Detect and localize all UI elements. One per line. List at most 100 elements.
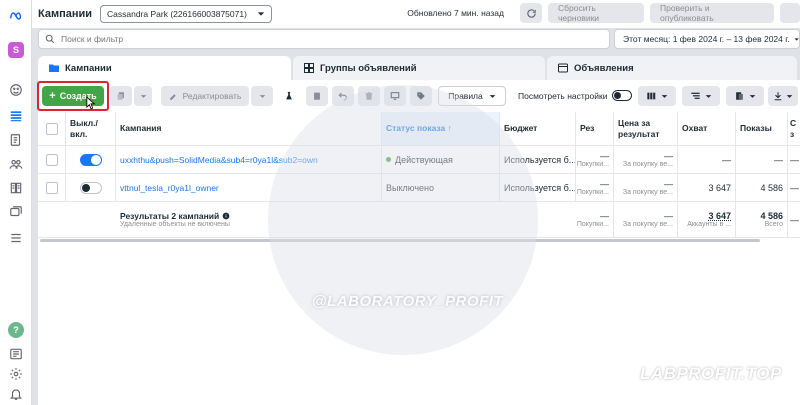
- view-settings-label: Посмотреть настройки: [518, 90, 608, 101]
- view-settings-switch[interactable]: [612, 90, 633, 101]
- column-impressions[interactable]: Показы: [736, 112, 788, 145]
- reach-cell: —: [678, 146, 736, 173]
- account-selector[interactable]: Cassandra Park (226166003875071): [100, 5, 273, 23]
- columns-button[interactable]: [638, 86, 676, 106]
- summary-subtitle: Удаленные объекты не включены: [120, 221, 230, 228]
- campaign-name-cell: uxxhthu&push=SolidMedia&sub4=r0ya1l&sub2…: [116, 146, 382, 173]
- budget-cell: Используется б...: [500, 146, 576, 173]
- cost-cell: — За покупку ве...: [614, 146, 678, 173]
- view-settings-toggle[interactable]: Посмотреть настройки: [518, 90, 633, 101]
- chevron-down-icon: [257, 12, 265, 16]
- campaign-name-link[interactable]: uxxhthu&push=SolidMedia&sub4=r0ya1l&sub2…: [120, 155, 318, 165]
- duplicate-button[interactable]: [110, 86, 132, 106]
- column-delivery[interactable]: Статус показа ↑: [382, 112, 500, 145]
- summary-extra-cell: —: [790, 214, 799, 225]
- row-checkbox[interactable]: [45, 153, 58, 166]
- archive-button[interactable]: [306, 86, 328, 106]
- face-emoji-icon[interactable]: [0, 80, 32, 100]
- select-all-checkbox[interactable]: [45, 122, 58, 135]
- column-results[interactable]: Рез: [576, 112, 614, 145]
- catalog-icon[interactable]: [0, 178, 32, 198]
- summary-impressions: 4 586: [760, 211, 783, 221]
- tab-ads[interactable]: Объявления: [547, 56, 797, 80]
- ab-test-button[interactable]: [278, 86, 300, 106]
- budget-cell: Используется б...: [500, 174, 576, 201]
- impressions-cell: 4 586: [736, 174, 788, 201]
- settings-gear-icon[interactable]: [0, 364, 32, 384]
- download-icon: [774, 92, 782, 101]
- summary-title: Результаты 2 кампаний: [120, 211, 230, 221]
- delivery-status: Выключено: [386, 182, 434, 193]
- summary-reach-sub: Аккаунты в ...: [687, 221, 731, 228]
- results-sub: Покупки...: [576, 189, 609, 196]
- delivery-cell: Выключено: [382, 174, 500, 201]
- date-range-picker[interactable]: Этот месяц: 1 фев 2024 г. – 13 фев 2024 …: [614, 29, 800, 49]
- summary-row: Результаты 2 кампаний Удаленные объекты …: [38, 202, 800, 238]
- campaign-toggle[interactable]: [79, 153, 102, 166]
- horizontal-scrollbar[interactable]: [40, 239, 760, 242]
- news-feed-icon[interactable]: [0, 344, 32, 364]
- columns-icon: [647, 92, 656, 100]
- summary-results-sub: Покупки...: [576, 221, 609, 228]
- level-tabs: Кампании Группы объявлений Объявления: [38, 56, 800, 80]
- notifications-bell-icon[interactable]: [0, 384, 32, 404]
- edit-button[interactable]: Редактировать: [161, 86, 249, 106]
- table-row[interactable]: uxxhthu&push=SolidMedia&sub4=r0ya1l&sub2…: [38, 146, 800, 174]
- summary-cost-cell: — За покупку ве...: [614, 202, 678, 237]
- audiences-icon[interactable]: [0, 154, 32, 174]
- table-row[interactable]: vttnul_tesla_r0ya1l_owner Выключено Испо…: [38, 174, 800, 202]
- edit-label: Редактировать: [182, 91, 242, 101]
- status-active-dot: [386, 157, 391, 162]
- grid-icon: [304, 63, 314, 73]
- tab-campaigns[interactable]: Кампании: [38, 56, 291, 80]
- edit-dropdown-button[interactable]: [251, 86, 273, 106]
- reach-cell: 3 647: [678, 174, 736, 201]
- discard-drafts-button[interactable]: Сбросить черновики: [548, 3, 644, 23]
- undo-button[interactable]: [332, 86, 354, 106]
- campaigns-table-icon[interactable]: [0, 106, 32, 126]
- date-range-text: Этот месяц: 1 фев 2024 г. – 13 фев 2024 …: [623, 34, 790, 44]
- watermark-site: LABPROFIT.TOP: [640, 364, 782, 383]
- column-cost-per-result[interactable]: Цена за результат: [614, 112, 678, 145]
- results-cell: — Покупки...: [576, 146, 614, 173]
- column-reach[interactable]: Охват: [678, 112, 736, 145]
- copy-icon: [117, 92, 124, 100]
- summary-title-text: Результаты 2 кампаний: [120, 211, 220, 221]
- refresh-button[interactable]: [520, 3, 542, 23]
- campaign-toggle[interactable]: [79, 181, 102, 194]
- preview-button[interactable]: [384, 86, 406, 106]
- export-button[interactable]: [768, 86, 798, 106]
- column-budget[interactable]: Бюджет: [500, 112, 576, 145]
- search-input[interactable]: [61, 34, 461, 44]
- search-filter-bar[interactable]: [38, 29, 610, 49]
- column-campaign[interactable]: Кампания: [116, 112, 382, 145]
- more-actions-button[interactable]: [780, 3, 800, 23]
- duplicate-dropdown-button[interactable]: [134, 86, 152, 106]
- meta-logo-icon[interactable]: [0, 6, 32, 26]
- reports-book-icon[interactable]: [0, 130, 32, 150]
- summary-reach-cell: 3 647 Аккаунты в ...: [678, 202, 736, 237]
- info-icon[interactable]: [222, 212, 230, 220]
- media-library-icon[interactable]: [0, 202, 32, 222]
- breakdown-button[interactable]: [682, 86, 720, 106]
- tab-ad-sets[interactable]: Группы объявлений: [293, 56, 545, 80]
- reports-button[interactable]: [726, 86, 764, 106]
- account-avatar[interactable]: S: [8, 42, 24, 58]
- campaign-name-cell: vttnul_tesla_r0ya1l_owner: [116, 174, 382, 201]
- help-icon[interactable]: ?: [0, 320, 32, 340]
- delivery-cell: Действующая: [382, 146, 500, 173]
- review-publish-button[interactable]: Проверить и опубликовать: [650, 3, 774, 23]
- impressions-cell: —: [736, 146, 788, 173]
- tab-label: Кампании: [65, 62, 112, 74]
- campaign-name-link[interactable]: vttnul_tesla_r0ya1l_owner: [120, 183, 219, 193]
- column-onoff[interactable]: Выкл./вкл.: [66, 112, 116, 145]
- row-toggle-cell: [66, 174, 116, 201]
- extra-cell: —: [790, 182, 799, 193]
- tag-button[interactable]: [410, 86, 432, 106]
- column-extra[interactable]: С з: [788, 112, 800, 145]
- rules-dropdown[interactable]: Правила: [438, 86, 506, 106]
- summary-cost-sub: За покупку ве...: [622, 221, 673, 228]
- delete-button[interactable]: [358, 86, 380, 106]
- menu-hamburger-icon[interactable]: [0, 228, 32, 248]
- row-checkbox[interactable]: [45, 181, 58, 194]
